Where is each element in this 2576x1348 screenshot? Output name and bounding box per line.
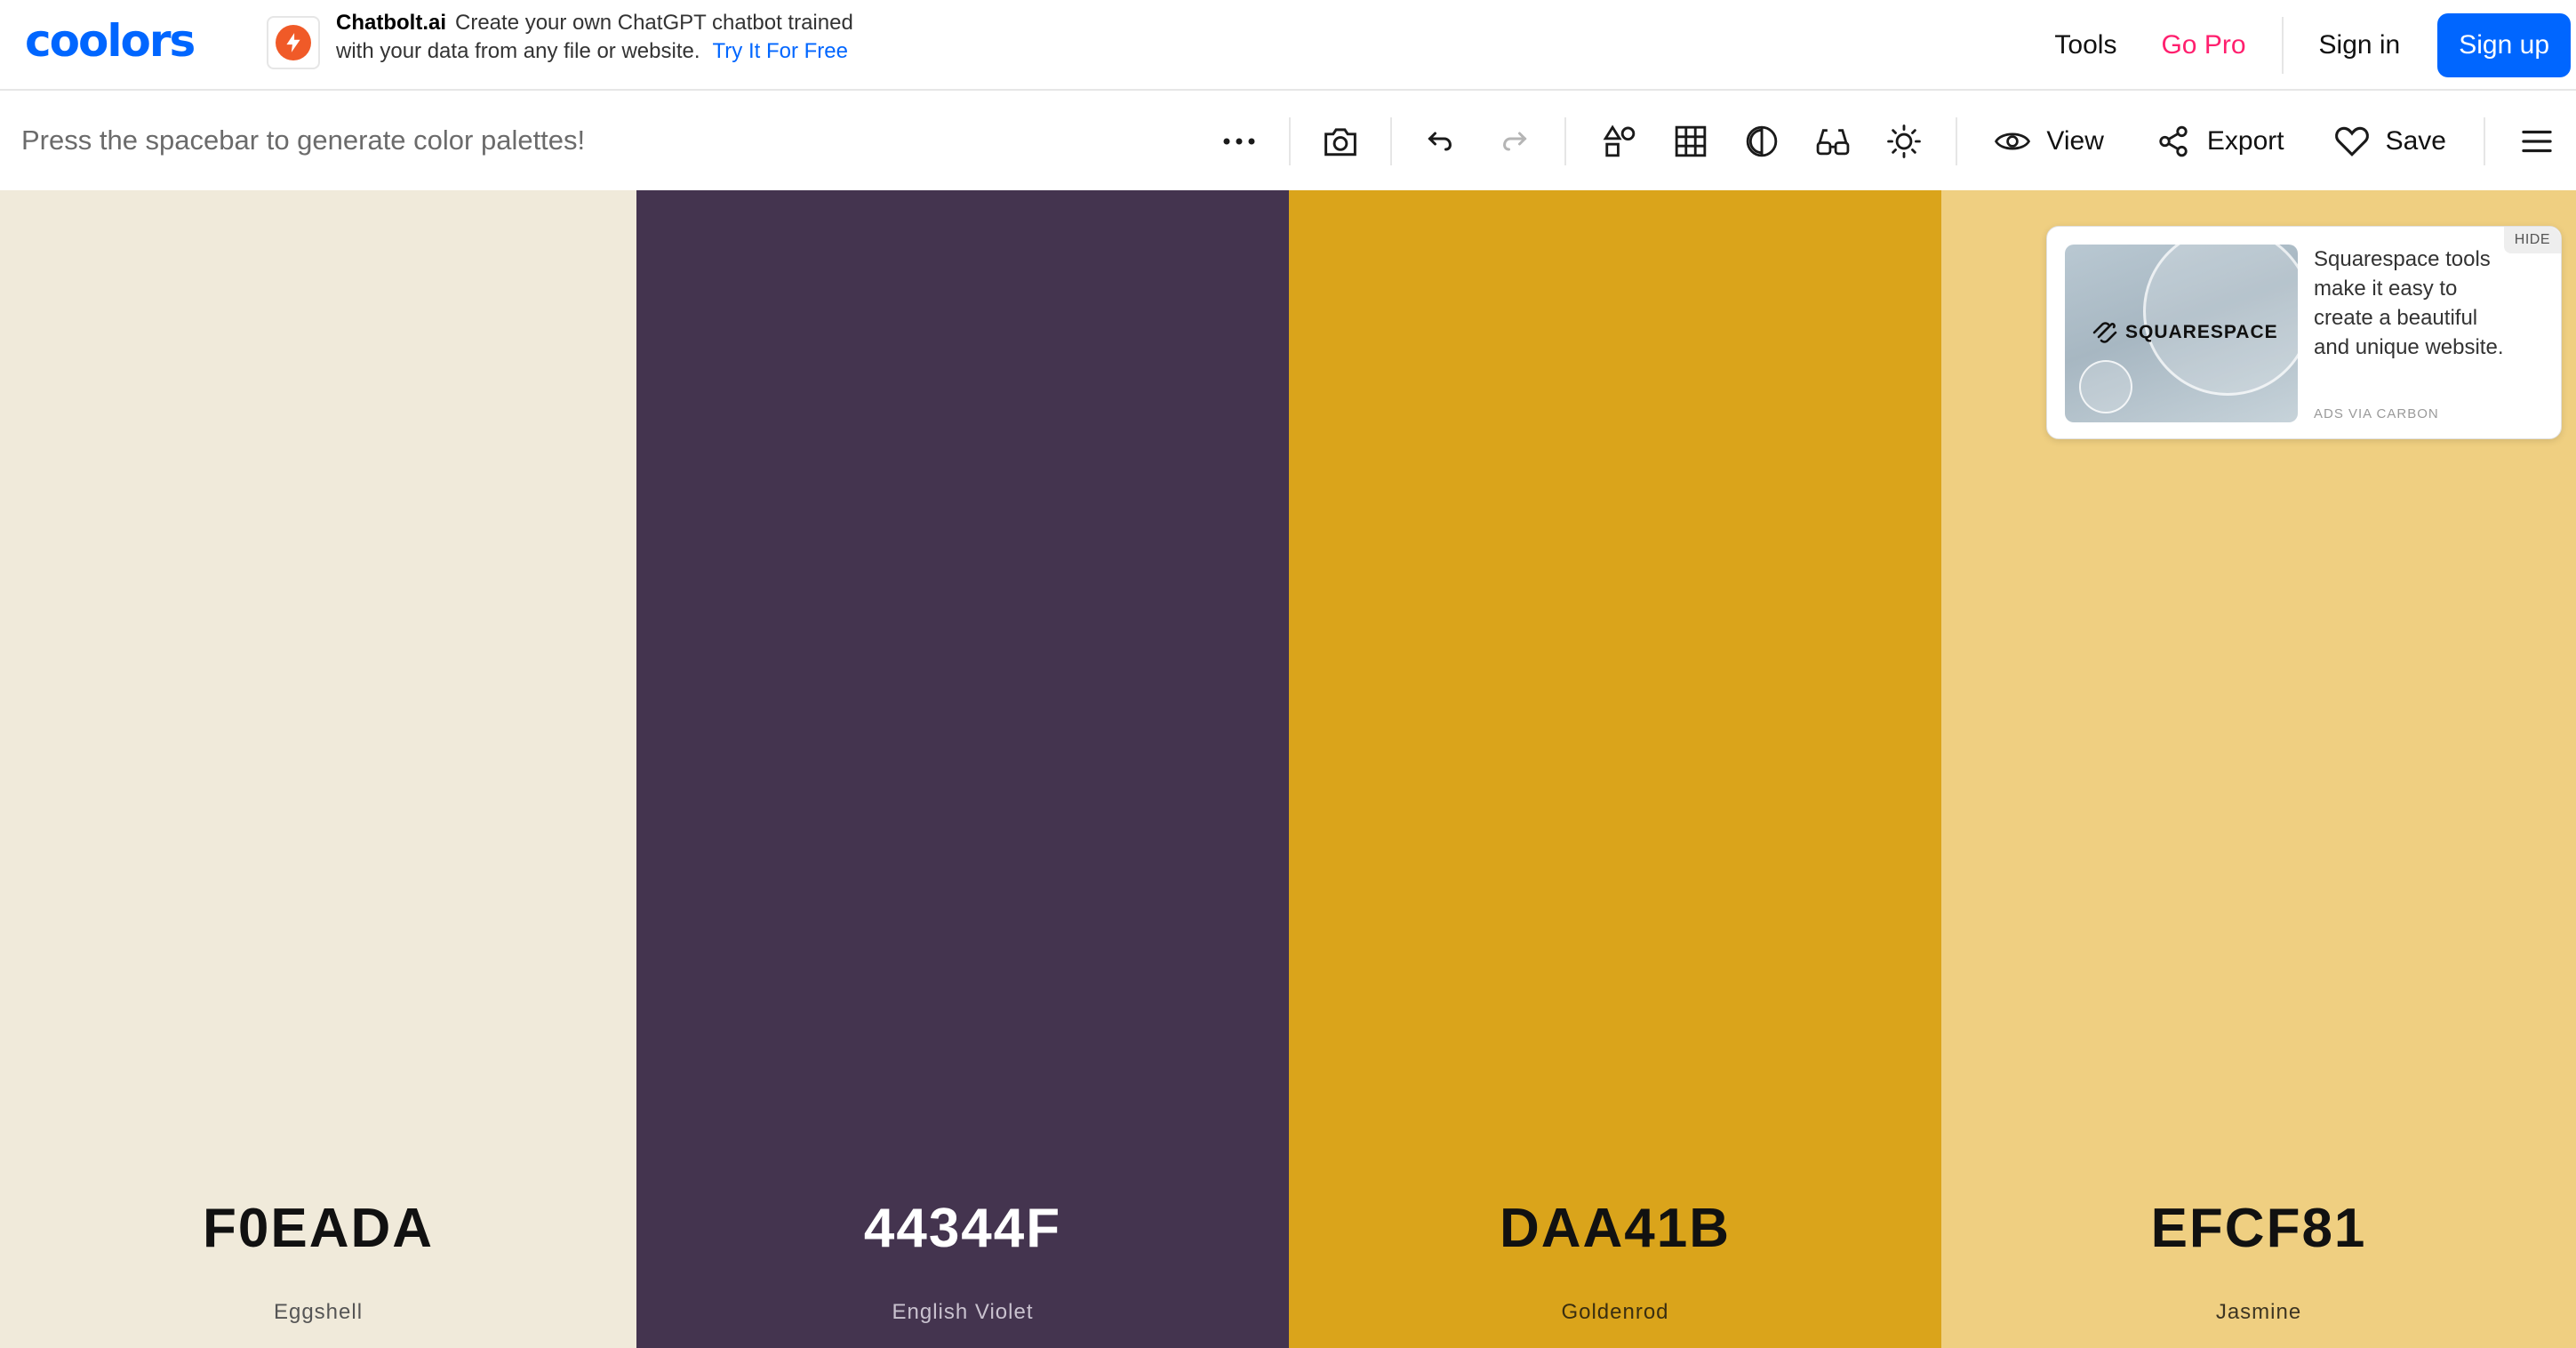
view-button[interactable]: View xyxy=(1993,122,2104,161)
contrast-icon[interactable] xyxy=(1742,122,1781,161)
toolbar-actions: View Export Save xyxy=(1220,92,2576,190)
toolbar-divider xyxy=(2484,117,2485,165)
coolors-logo[interactable]: coolors xyxy=(25,12,196,69)
grid-icon[interactable] xyxy=(1671,122,1710,161)
menu-icon[interactable] xyxy=(2517,122,2556,161)
view-label: View xyxy=(2046,126,2104,156)
camera-icon[interactable] xyxy=(1321,122,1360,161)
header-ad-text: Chatbolt.ai Create your own ChatGPT chatb… xyxy=(336,9,976,66)
hide-ad-button[interactable]: HIDE xyxy=(2503,227,2561,253)
toolbar-divider xyxy=(1390,117,1393,165)
heart-icon xyxy=(2332,122,2372,161)
more-icon[interactable] xyxy=(1220,122,1259,161)
ad-copy[interactable]: Squarespace tools make it easy to create… xyxy=(2314,245,2509,362)
export-label: Export xyxy=(2206,126,2284,156)
eye-icon xyxy=(1993,122,2032,161)
ad-brand: Chatbolt.ai xyxy=(336,11,446,35)
squarespace-logo-icon xyxy=(2092,322,2117,343)
glasses-icon[interactable] xyxy=(1813,122,1852,161)
squarespace-logo: SQUARESPACE xyxy=(2092,321,2278,344)
ad-image-blob xyxy=(2143,245,2298,396)
color-name: Jasmine xyxy=(2215,1300,2302,1324)
hex-code[interactable]: 44344F xyxy=(636,1197,1289,1260)
top-header: coolors Chatbolt.ai Create your own ChatG… xyxy=(0,0,2576,91)
undo-icon[interactable] xyxy=(1422,122,1461,161)
sign-in-link[interactable]: Sign in xyxy=(2319,30,2401,60)
chatbolt-logo[interactable] xyxy=(267,16,320,69)
ad-text-line2: with your data from any file or website. xyxy=(336,39,700,63)
save-label: Save xyxy=(2385,126,2446,156)
hex-code[interactable]: EFCF81 xyxy=(1941,1197,2576,1260)
spacebar-hint: Press the spacebar to generate color pal… xyxy=(21,124,586,156)
hex-code[interactable]: F0EADA xyxy=(0,1197,636,1260)
ad-text-line1: Create your own ChatGPT chatbot trained xyxy=(455,11,853,35)
color-swatch-1[interactable]: F0EADA Eggshell xyxy=(0,190,636,1348)
header-ad[interactable]: Chatbolt.ai Create your own ChatGPT chatb… xyxy=(267,9,976,69)
toolbar-divider xyxy=(1564,117,1567,165)
color-name: English Violet xyxy=(892,1300,1034,1324)
sign-up-button[interactable]: Sign up xyxy=(2437,13,2571,77)
color-swatch-3[interactable]: DAA41B Goldenrod xyxy=(1289,190,1941,1348)
color-name: Goldenrod xyxy=(1561,1300,1669,1324)
go-pro-link[interactable]: Go Pro xyxy=(2161,30,2245,60)
squarespace-wordmark: SQUARESPACE xyxy=(2125,322,2278,342)
ad-image[interactable]: SQUARESPACE xyxy=(2065,245,2298,422)
hex-code[interactable]: DAA41B xyxy=(1289,1197,1941,1260)
brightness-icon[interactable] xyxy=(1884,122,1924,161)
nav-divider xyxy=(2281,17,2284,74)
toolbar-divider xyxy=(1956,117,1958,165)
shapes-icon[interactable] xyxy=(1600,122,1639,161)
share-icon xyxy=(2154,122,2193,161)
ads-via-carbon[interactable]: ADS VIA CARBON xyxy=(2314,406,2439,421)
save-button[interactable]: Save xyxy=(2332,122,2446,161)
ad-image-drop xyxy=(2079,360,2132,413)
header-nav: Tools Go Pro Sign in Sign up xyxy=(2054,0,2576,91)
color-name: Eggshell xyxy=(273,1300,364,1324)
toolbar-divider xyxy=(1289,117,1292,165)
ad-cta-link[interactable]: Try It For Free xyxy=(713,39,848,63)
export-button[interactable]: Export xyxy=(2154,122,2284,161)
carbon-ad[interactable]: SQUARESPACE Squarespace tools make it ea… xyxy=(2046,226,2562,439)
color-swatch-2[interactable]: 44344F English Violet xyxy=(636,190,1289,1348)
lightning-logo-icon xyxy=(276,25,311,60)
redo-icon[interactable] xyxy=(1493,122,1532,161)
tools-link[interactable]: Tools xyxy=(2054,30,2116,60)
generator-toolbar: Press the spacebar to generate color pal… xyxy=(0,92,2576,190)
